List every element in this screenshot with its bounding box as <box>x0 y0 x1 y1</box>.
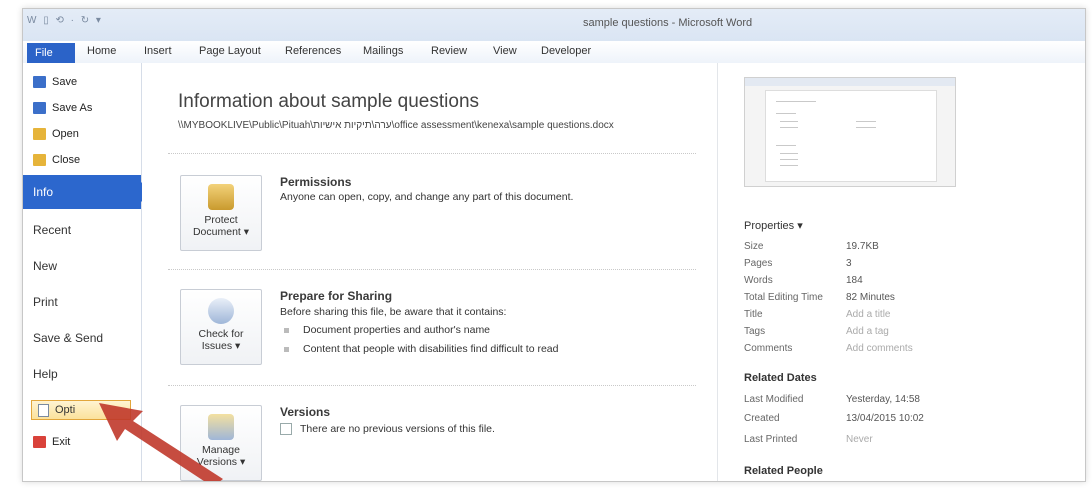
tab-insert[interactable]: Insert <box>144 45 172 57</box>
nav-new[interactable]: New <box>23 249 141 283</box>
bullet-icon <box>284 327 289 333</box>
divider <box>168 269 696 270</box>
property-row: Tags Add a tag <box>744 326 889 337</box>
save-as-command[interactable]: Save As <box>33 97 92 119</box>
save-label: Save <box>52 76 78 88</box>
tab-review[interactable]: Review <box>431 45 467 57</box>
sharing-text: Before sharing this file, be aware that … <box>280 306 507 318</box>
protect-label-2: Document ▾ <box>192 226 250 238</box>
title-field[interactable]: Add a title <box>846 309 890 320</box>
property-row: Pages 3 <box>744 258 852 269</box>
nav-recent[interactable]: Recent <box>23 213 141 247</box>
open-command[interactable]: Open <box>33 123 79 145</box>
date-row: Last Printed Never <box>744 434 873 445</box>
date-row: Last Modified Yesterday, 14:58 <box>744 394 920 405</box>
save-icon <box>33 76 46 88</box>
tab-mailings[interactable]: Mailings <box>363 45 403 57</box>
tab-home[interactable]: Home <box>87 45 116 57</box>
check-for-issues-button[interactable]: Check for Issues ▾ <box>180 289 262 365</box>
tab-file[interactable]: File <box>27 43 75 63</box>
exit-icon <box>33 436 46 448</box>
permissions-heading: Permissions <box>280 175 352 189</box>
versions-heading: Versions <box>280 405 331 419</box>
folder-close-icon <box>33 154 46 166</box>
exit-label: Exit <box>52 436 71 448</box>
list-item: Document properties and author's name <box>284 324 490 336</box>
nav-save-send[interactable]: Save & Send <box>23 321 141 355</box>
tab-references[interactable]: References <box>285 45 341 57</box>
divider <box>168 153 696 154</box>
document-thumbnail[interactable] <box>744 77 956 187</box>
page-title: Information about sample questions <box>178 91 480 112</box>
property-row: Total Editing Time 82 Minutes <box>744 292 895 303</box>
nav-help[interactable]: Help <box>23 357 141 391</box>
divider <box>168 385 696 386</box>
property-row: Size 19.7KB <box>744 241 879 252</box>
save-as-label: Save As <box>52 102 93 114</box>
date-row: Created 13/04/2015 10:02 <box>744 413 924 424</box>
save-command[interactable]: Save <box>33 71 77 93</box>
open-label: Open <box>52 128 79 140</box>
document-icon <box>280 423 292 436</box>
properties-pane: Properties ▾ Size 19.7KB Pages 3 Words 184 … <box>717 63 1085 481</box>
properties-dropdown[interactable]: Properties ▾ <box>744 219 803 232</box>
annotation-arrow-icon <box>99 403 223 481</box>
nav-info[interactable]: Info <box>23 175 151 209</box>
bullet-icon <box>284 346 289 352</box>
quick-access-toolbar[interactable]: W ▯ ⟲ · ↻ ▾ <box>27 15 103 26</box>
comments-field[interactable]: Add comments <box>846 343 913 354</box>
title-bar: W ▯ ⟲ · ↻ ▾ sample questions - Microsoft… <box>23 9 1085 41</box>
related-dates-heading: Related Dates <box>744 372 817 384</box>
tab-page-layout[interactable]: Page Layout <box>199 45 261 57</box>
close-label: Close <box>52 154 81 166</box>
property-row: Comments Add comments <box>744 343 913 354</box>
lock-icon <box>208 184 234 210</box>
thumbnail-toolbar <box>745 78 955 86</box>
sharing-heading: Prepare for Sharing <box>280 289 393 303</box>
save-as-icon <box>33 102 46 114</box>
window-title: sample questions - Microsoft Word <box>583 17 753 29</box>
options-label: Opti <box>55 404 76 416</box>
related-people-heading: Related People <box>744 465 823 477</box>
thumbnail-page <box>765 90 937 182</box>
file-path: \\MYBOOKLIVE\Public\Pituah\ערה\תיקיות אי… <box>178 120 614 131</box>
exit-command[interactable]: Exit <box>33 431 70 453</box>
nav-print[interactable]: Print <box>23 285 141 319</box>
list-item: Content that people with disabilities fi… <box>284 343 558 355</box>
check-label-1: Check for <box>198 328 244 340</box>
info-pane: Information about sample questions \\MYB… <box>142 63 717 481</box>
tags-field[interactable]: Add a tag <box>846 326 889 337</box>
folder-open-icon <box>33 128 46 140</box>
tab-developer[interactable]: Developer <box>541 45 591 57</box>
versions-text: There are no previous versions of this f… <box>280 423 495 436</box>
close-command[interactable]: Close <box>33 149 80 171</box>
check-label-2: Issues ▾ <box>201 340 241 352</box>
property-row: Title Add a title <box>744 309 891 320</box>
options-icon <box>38 403 49 417</box>
ribbon-tabs: Home Insert Page Layout References Maili… <box>23 41 1085 64</box>
property-row: Words 184 <box>744 275 863 286</box>
inspect-document-icon <box>208 298 234 324</box>
tab-view[interactable]: View <box>493 45 517 57</box>
word-window: W ▯ ⟲ · ↻ ▾ sample questions - Microsoft… <box>22 8 1086 482</box>
protect-document-button[interactable]: Protect Document ▾ <box>180 175 262 251</box>
protect-label-1: Protect <box>204 214 238 226</box>
permissions-text: Anyone can open, copy, and change any pa… <box>280 191 574 203</box>
